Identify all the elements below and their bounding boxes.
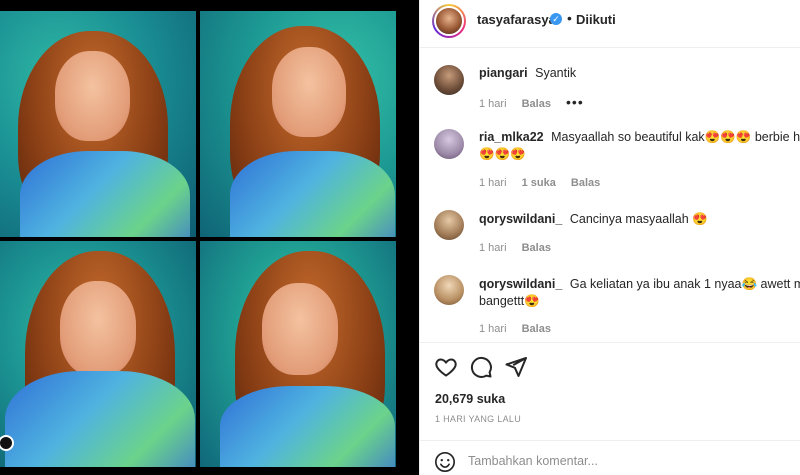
add-comment-bar — [420, 440, 800, 475]
comment-meta: 1 hari Balas ••• — [479, 94, 596, 110]
reply-button[interactable]: Balas — [522, 242, 551, 254]
action-bar — [420, 342, 800, 390]
comment-meta: 1 hari 1 suka Balas — [479, 177, 612, 189]
comment-text: piangari Syantik — [479, 65, 800, 82]
commenter-avatar[interactable] — [434, 65, 464, 95]
comment-meta: 1 hari Balas — [479, 323, 563, 335]
comment-username[interactable]: piangari — [479, 66, 528, 80]
photo-tile-1 — [0, 11, 196, 237]
comment-username[interactable]: qoryswildani_ — [479, 277, 562, 291]
comment-body: Cancinya masyaallah 😍 — [569, 212, 708, 226]
post-media[interactable] — [0, 0, 419, 475]
like-heart-icon[interactable] — [434, 355, 458, 379]
comment-text-line2: bangettt😍 — [479, 294, 540, 308]
comment-time: 1 hari — [479, 323, 507, 335]
verified-badge-icon: ✓ — [550, 13, 562, 25]
comment-text: qoryswildani_ Ga keliatan ya ibu anak 1 … — [479, 276, 800, 293]
commenter-avatar[interactable] — [434, 275, 464, 305]
reply-button[interactable]: Balas — [522, 323, 551, 335]
comment-time: 1 hari — [479, 98, 507, 110]
more-options-icon[interactable]: ••• — [566, 94, 584, 110]
comment-text: ria_mlka22 Masyaallah so beautiful kak😍😍… — [479, 129, 800, 146]
photo-tile-2 — [200, 11, 396, 237]
comment-meta: 1 hari Balas — [479, 242, 563, 254]
comment-bubble-icon[interactable] — [469, 355, 493, 379]
comment-time: 1 hari — [479, 242, 507, 254]
comment-body: Ga keliatan ya ibu anak 1 nyaa😂 awett mu… — [569, 277, 800, 291]
like-count[interactable]: 20,679 suka — [435, 392, 505, 406]
follow-status-button[interactable]: Diikuti — [576, 12, 616, 27]
commenter-avatar[interactable] — [434, 129, 464, 159]
post-header: tasyafarasya ✓ • Diikuti — [420, 0, 800, 48]
comment-input[interactable] — [468, 451, 788, 471]
post-username[interactable]: tasyafarasya — [477, 12, 556, 27]
comment-body: Masyaallah so beautiful kak😍😍😍 berbie hi… — [551, 130, 800, 144]
comment-text-line2: 😍😍😍 — [479, 147, 526, 161]
photo-tile-4 — [200, 241, 396, 467]
comment-username[interactable]: qoryswildani_ — [479, 212, 562, 226]
comment-time: 1 hari — [479, 177, 507, 189]
post-timestamp[interactable]: 1 HARI YANG LALU — [435, 414, 521, 424]
commenter-avatar[interactable] — [434, 210, 464, 240]
reply-button[interactable]: Balas — [522, 98, 551, 110]
post-panel: tasyafarasya ✓ • Diikuti piangari Syanti… — [419, 0, 800, 475]
share-send-icon[interactable] — [504, 355, 528, 379]
header-separator: • — [567, 10, 572, 26]
profile-avatar[interactable] — [432, 4, 466, 38]
comment-username[interactable]: ria_mlka22 — [479, 130, 544, 144]
emoji-icon[interactable] — [434, 451, 456, 473]
comment-text: qoryswildani_ Cancinya masyaallah 😍 — [479, 211, 800, 228]
reply-button[interactable]: Balas — [571, 177, 600, 189]
photo-tile-3 — [0, 241, 196, 467]
comment-body: Syantik — [535, 66, 577, 80]
comment-like-count[interactable]: 1 suka — [522, 177, 556, 189]
